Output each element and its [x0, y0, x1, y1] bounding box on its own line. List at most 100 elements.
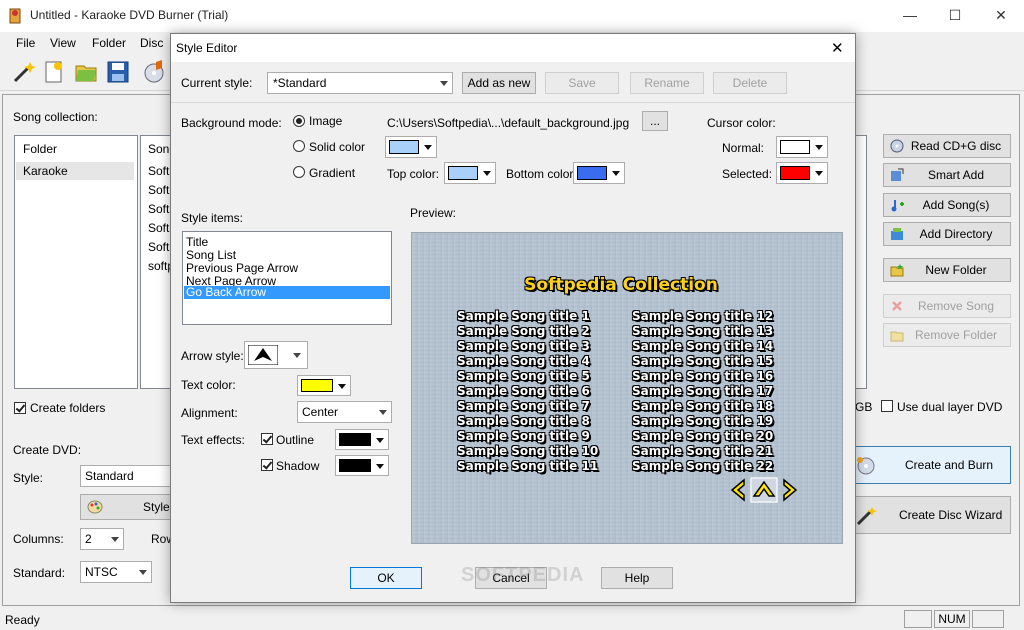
song-item[interactable]: Soft: [148, 240, 169, 254]
text-color-label: Text color:: [181, 378, 236, 392]
text-color-picker[interactable]: [297, 375, 351, 396]
song-item[interactable]: Soft: [148, 164, 169, 178]
delete-style-button[interactable]: Delete: [713, 72, 787, 94]
add-songs-button[interactable]: Add Song(s): [883, 193, 1011, 217]
help-button[interactable]: Help: [601, 567, 673, 589]
bg-image-label: Image: [309, 114, 343, 128]
song-item[interactable]: Soft: [148, 221, 169, 235]
style-item-go-back-arrow[interactable]: Go Back Arrow: [184, 286, 390, 299]
preview-label: Preview:: [410, 206, 457, 220]
save-icon[interactable]: [106, 60, 130, 84]
preview-song: Sample Song title 13: [632, 324, 774, 338]
menu-disc[interactable]: Disc: [140, 36, 163, 50]
chevron-down-icon: [376, 463, 384, 469]
bg-image-radio[interactable]: [293, 115, 305, 127]
remove-folder-icon: [890, 331, 904, 342]
wand-icon: [856, 507, 877, 526]
preview-song: Sample Song title 19: [632, 414, 774, 428]
outline-color-picker[interactable]: [335, 429, 389, 450]
shadow-color-picker[interactable]: [335, 455, 389, 476]
chevron-down-icon: [815, 145, 823, 150]
create-and-burn-label: Create and Burn: [905, 458, 994, 472]
song-item[interactable]: Soft: [148, 183, 169, 197]
save-style-button[interactable]: Save: [545, 72, 619, 94]
bg-gradient-radio[interactable]: [293, 166, 305, 178]
main-title-bar: Untitled - Karaoke DVD Burner (Trial) — …: [0, 0, 1024, 32]
song-list-edge: [855, 135, 867, 389]
standard-select[interactable]: NTSC: [80, 561, 152, 583]
status-panel-scroll: [972, 610, 1004, 628]
status-text: Ready: [5, 613, 40, 627]
outline-label: Outline: [276, 433, 315, 447]
outline-checkbox[interactable]: [261, 433, 273, 445]
style-item-prev-arrow[interactable]: Previous Page Arrow: [186, 261, 298, 275]
style-select[interactable]: Standard: [80, 465, 172, 487]
top-color-picker[interactable]: [444, 162, 496, 184]
ok-button[interactable]: OK: [350, 567, 422, 589]
create-disc-wizard-button[interactable]: Create Disc Wizard: [855, 496, 1011, 534]
song-collection-label: Song collection:: [13, 110, 98, 124]
style-item-song-list[interactable]: Song List: [186, 248, 236, 262]
style-editor-dialog: Style Editor ✕ Current style: *Standard …: [170, 33, 856, 603]
open-folder-icon[interactable]: [74, 60, 98, 84]
add-directory-label: Add Directory: [919, 227, 993, 241]
next-page-arrow-icon: [783, 478, 798, 502]
menu-file[interactable]: File: [16, 36, 35, 50]
menu-view[interactable]: View: [50, 36, 76, 50]
watermark: SOFTPEDIA: [461, 564, 585, 586]
palette-icon: [87, 500, 103, 514]
close-button[interactable]: ✕: [978, 0, 1024, 31]
preview-song: Sample Song title 17: [632, 384, 774, 398]
selected-cursor-color-picker[interactable]: [776, 162, 828, 184]
arrow-style-label: Arrow style:: [181, 349, 244, 363]
separator: [171, 102, 855, 103]
chevron-down-icon: [424, 145, 432, 150]
new-document-icon[interactable]: [42, 60, 66, 84]
remove-song-button[interactable]: Remove Song: [883, 294, 1011, 318]
shadow-color-swatch: [339, 459, 371, 472]
normal-cursor-color-picker[interactable]: [776, 136, 828, 158]
solid-color-picker[interactable]: [385, 136, 437, 158]
create-folders-checkbox[interactable]: [14, 402, 26, 414]
read-cdg-button[interactable]: Read CD+G disc: [883, 134, 1011, 158]
style-item-title[interactable]: Title: [186, 235, 208, 249]
shadow-checkbox[interactable]: [261, 459, 273, 471]
wand-icon[interactable]: [12, 60, 36, 84]
style-editor-button[interactable]: Style: [80, 494, 172, 520]
image-path: C:\Users\Softpedia\...\default_backgroun…: [387, 116, 630, 130]
folder-item-karaoke[interactable]: Karaoke: [16, 162, 134, 180]
status-panel-caps: [904, 610, 932, 628]
add-as-new-button[interactable]: Add as new: [462, 72, 536, 94]
browse-button[interactable]: ...: [642, 111, 668, 131]
remove-folder-button[interactable]: Remove Folder: [883, 323, 1011, 347]
maximize-button[interactable]: ☐: [932, 0, 978, 31]
chevron-down-icon: [111, 537, 119, 542]
columns-select[interactable]: 2: [80, 528, 124, 550]
add-directory-icon: [891, 228, 903, 240]
bg-solid-radio[interactable]: [293, 140, 305, 152]
preview-song: Sample Song title 2: [457, 324, 590, 338]
style-items-list[interactable]: Title Song List Previous Page Arrow Next…: [182, 231, 392, 325]
minimize-button[interactable]: —: [887, 0, 933, 31]
create-and-burn-button[interactable]: Create and Burn: [855, 446, 1011, 484]
music-disc-icon[interactable]: [142, 60, 166, 84]
preview-song: Sample Song title 20: [632, 429, 774, 443]
current-style-select[interactable]: *Standard: [267, 72, 453, 94]
arrow-style-select[interactable]: [244, 341, 308, 369]
top-color-swatch: [448, 166, 478, 180]
preview-song: Sample Song title 5: [457, 369, 590, 383]
folder-list[interactable]: Folder Karaoke: [14, 135, 138, 389]
normal-color-label: Normal:: [722, 141, 765, 155]
smart-add-button[interactable]: Smart Add: [883, 163, 1011, 187]
bottom-color-swatch: [577, 166, 607, 180]
dialog-close-button[interactable]: ✕: [831, 39, 844, 57]
add-directory-button[interactable]: Add Directory: [883, 222, 1011, 246]
current-style-label: Current style:: [181, 76, 253, 90]
song-item[interactable]: Soft: [148, 202, 169, 216]
dual-layer-checkbox[interactable]: [881, 400, 893, 412]
new-folder-button[interactable]: New Folder: [883, 258, 1011, 282]
menu-folder[interactable]: Folder: [92, 36, 126, 50]
bottom-color-picker[interactable]: [573, 162, 625, 184]
alignment-select[interactable]: Center: [297, 401, 392, 423]
rename-style-button[interactable]: Rename: [630, 72, 704, 94]
